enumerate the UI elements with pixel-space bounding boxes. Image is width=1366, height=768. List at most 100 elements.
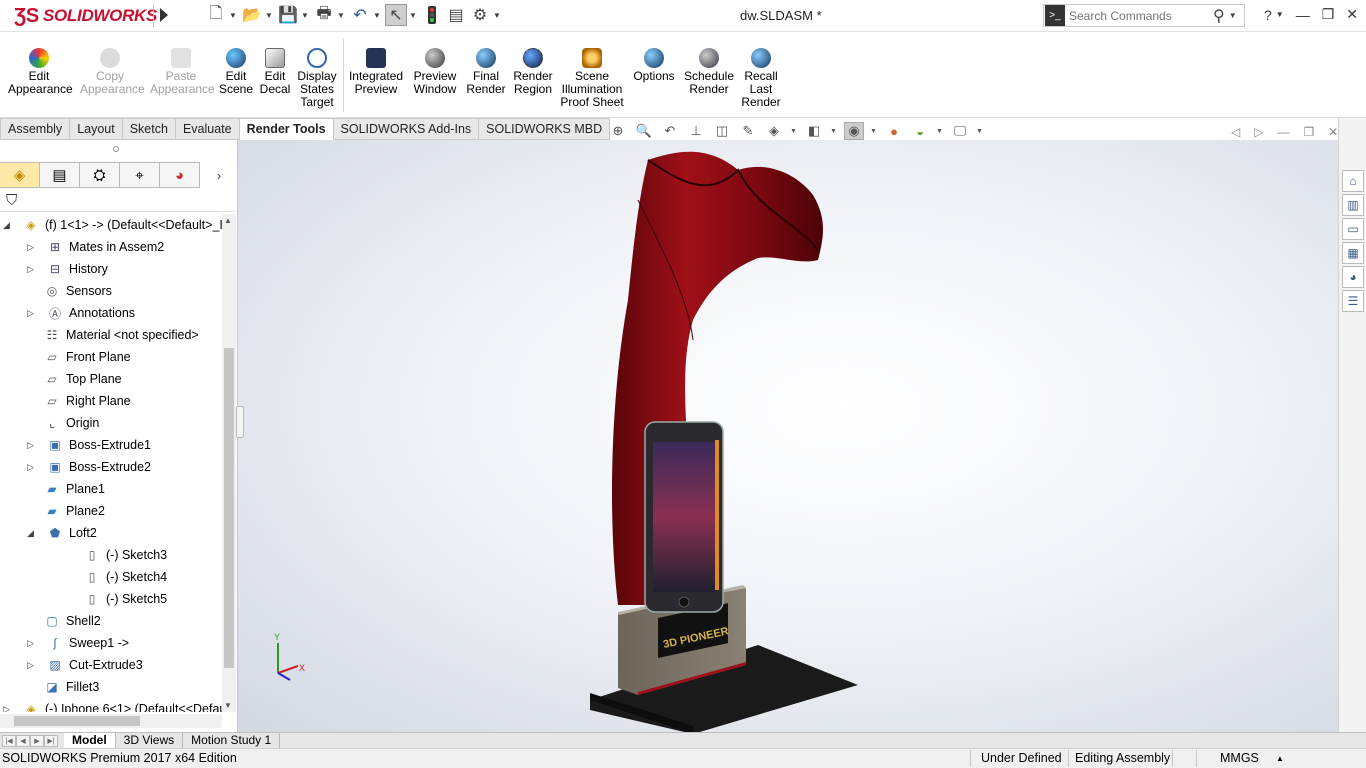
display-states-target-button[interactable]: Display States Target <box>296 48 338 109</box>
panel-tabs-more-icon[interactable]: › <box>200 162 238 188</box>
solidworks-resources-icon[interactable]: ⌂ <box>1342 170 1364 192</box>
collapse-arrow-icon[interactable]: ◢ <box>3 220 13 231</box>
first-tab-icon[interactable]: |◀ <box>2 734 16 747</box>
edit-decal-button[interactable]: Edit Decal <box>258 48 292 96</box>
scroll-thumb[interactable] <box>224 348 234 668</box>
units-selector[interactable]: MMGS <box>1220 751 1259 765</box>
view-orientation-icon[interactable]: ✎ <box>738 122 758 140</box>
solidworks-logo[interactable]: ƷS SOLIDWORKS <box>14 3 157 29</box>
tree-item[interactable]: ◪ Fillet3 <box>30 676 99 698</box>
dimxpert-manager-tab[interactable]: ⌖ <box>120 162 160 188</box>
tree-item[interactable]: ◢ ⬟ Loft2 <box>27 522 97 544</box>
tree-item[interactable]: ◎ Sensors <box>30 280 112 302</box>
monitor-dropdown-icon[interactable]: ▼ <box>976 128 984 135</box>
restore-icon[interactable]: ❐ <box>1322 6 1335 23</box>
tree-item[interactable]: ▰ Plane2 <box>30 500 105 522</box>
tab-sketch[interactable]: Sketch <box>122 118 176 140</box>
tree-item[interactable]: ▷ ◈ (-) Iphone 6<1> (Default<<Defau <box>3 698 222 713</box>
display-style-dropdown-icon[interactable]: ▼ <box>790 128 798 135</box>
tree-item[interactable]: ▰ Plane1 <box>30 478 105 500</box>
options-gear-icon[interactable]: ⚙ <box>469 4 491 26</box>
feature-manager-tab[interactable]: ◈ <box>0 162 40 188</box>
close-icon[interactable]: ✕ <box>1346 6 1358 23</box>
edit-appearance-button[interactable]: Edit Appearance <box>8 48 73 96</box>
tab-motion-study[interactable]: Motion Study 1 <box>183 732 281 749</box>
minimize-icon[interactable]: — <box>1296 7 1310 23</box>
monitor-icon[interactable]: 🖵 <box>950 122 970 140</box>
expand-menu-arrow-icon[interactable] <box>160 8 168 22</box>
apply-scene-icon[interactable]: ● <box>884 122 904 140</box>
scroll-up-icon[interactable]: ▲ <box>224 216 232 225</box>
select-pointer-icon[interactable]: ↖ <box>385 4 407 26</box>
tab-solidworks-add-ins[interactable]: SOLIDWORKS Add-Ins <box>333 118 480 140</box>
expand-arrow-icon[interactable]: ▷ <box>27 242 37 253</box>
expand-arrow-icon[interactable]: ▷ <box>27 440 37 451</box>
appearance-dropdown-icon[interactable]: ▼ <box>870 128 878 135</box>
section-view-icon[interactable]: ⊥ <box>686 122 706 140</box>
tree-horizontal-scrollbar[interactable] <box>0 714 222 728</box>
save-icon[interactable]: 💾 <box>277 4 299 26</box>
tree-item[interactable]: ▷ ▣ Boss-Extrude2 <box>27 456 151 478</box>
viewport-next-icon[interactable]: ▷ <box>1254 125 1263 139</box>
search-input[interactable] <box>1069 8 1209 23</box>
tree-item[interactable]: ▷ ⊟ History <box>27 258 108 280</box>
tab-evaluate[interactable]: Evaluate <box>175 118 240 140</box>
tree-item[interactable]: ☷ Material <not specified> <box>30 324 199 346</box>
options-dropdown-icon[interactable]: ▼ <box>493 11 503 20</box>
tab-layout[interactable]: Layout <box>70 118 123 140</box>
tree-vertical-scrollbar[interactable]: ▲ ▼ <box>222 214 236 712</box>
custom-properties-icon[interactable]: ☰ <box>1342 290 1364 312</box>
hide-show-items-icon[interactable]: ◧ <box>804 122 824 140</box>
next-tab-icon[interactable]: ▶ <box>30 734 44 747</box>
dynamic-annotation-icon[interactable]: ◫ <box>712 122 732 140</box>
zoom-to-area-icon[interactable]: 🔍 <box>634 122 654 140</box>
final-render-button[interactable]: Final Render <box>464 48 508 96</box>
search-icon[interactable]: ⚲ <box>1213 6 1225 26</box>
viewport-restore-icon[interactable]: ❐ <box>1303 125 1314 139</box>
expand-arrow-icon[interactable]: ▷ <box>27 264 37 275</box>
tree-item[interactable]: ▯ (-) Sketch4 <box>70 566 167 588</box>
help-dropdown-icon[interactable]: ▼ <box>1276 10 1284 19</box>
display-style-icon[interactable]: ◈ <box>764 122 784 140</box>
file-properties-icon[interactable]: ▤ <box>445 4 467 26</box>
tab-3d-views[interactable]: 3D Views <box>116 732 184 749</box>
render-options-button[interactable]: Options <box>630 48 678 83</box>
edit-appearance-view-icon[interactable]: ◉ <box>844 122 864 140</box>
tree-item[interactable]: ▱ Top Plane <box>30 368 121 390</box>
tree-item[interactable]: ▷ Ⓐ Annotations <box>27 302 135 324</box>
tab-assembly[interactable]: Assembly <box>0 118 71 140</box>
last-tab-icon[interactable]: ▶| <box>44 734 58 747</box>
tree-item[interactable]: ▷ ⊞ Mates in Assem2 <box>27 236 164 258</box>
search-dropdown-icon[interactable]: ▼ <box>1229 11 1237 20</box>
tree-item[interactable]: ◢ ◈ (f) 1<1> -> (Default<<Default>_I <box>3 214 222 236</box>
scroll-down-icon[interactable]: ▼ <box>224 701 232 710</box>
hide-show-dropdown-icon[interactable]: ▼ <box>830 128 838 135</box>
tree-item[interactable]: ▱ Right Plane <box>30 390 130 412</box>
expand-arrow-icon[interactable]: ▷ <box>27 638 37 649</box>
schedule-render-button[interactable]: Schedule Render <box>682 48 736 96</box>
view-settings-dropdown-icon[interactable]: ▼ <box>936 128 944 135</box>
new-document-icon[interactable]: 🗋 <box>205 4 227 26</box>
graphics-viewport[interactable]: 3D PIONEER Y X <box>238 140 1338 734</box>
tab-render-tools[interactable]: Render Tools <box>239 118 334 140</box>
print-icon[interactable]: 🖶 <box>313 4 335 26</box>
tab-solidworks-mbd[interactable]: SOLIDWORKS MBD <box>479 118 611 140</box>
property-manager-tab[interactable]: ▤ <box>40 162 80 188</box>
tree-item[interactable]: ▢ Shell2 <box>30 610 100 632</box>
expand-arrow-icon[interactable]: ▷ <box>27 308 37 319</box>
help-icon[interactable]: ? <box>1264 7 1272 23</box>
recall-last-render-button[interactable]: Recall Last Render <box>740 48 782 109</box>
tree-item[interactable]: ▷ ▨ Cut-Extrude3 <box>27 654 143 676</box>
undo-icon[interactable]: ↶ <box>349 4 371 26</box>
open-folder-icon[interactable]: 📂 <box>241 4 263 26</box>
appearances-scenes-icon[interactable]: ◕ <box>1342 266 1364 288</box>
collapse-arrow-icon[interactable]: ◢ <box>27 528 37 539</box>
view-palette-icon[interactable]: ▦ <box>1342 242 1364 264</box>
design-library-icon[interactable]: ▥ <box>1342 194 1364 216</box>
h-scroll-thumb[interactable] <box>14 716 140 726</box>
tree-item[interactable]: ⌞ Origin <box>30 412 99 434</box>
expand-arrow-icon[interactable]: ▷ <box>3 704 13 713</box>
tab-model[interactable]: Model <box>64 732 116 749</box>
render-region-button[interactable]: Render Region <box>512 48 554 96</box>
panel-collapse-handle[interactable] <box>236 406 244 438</box>
